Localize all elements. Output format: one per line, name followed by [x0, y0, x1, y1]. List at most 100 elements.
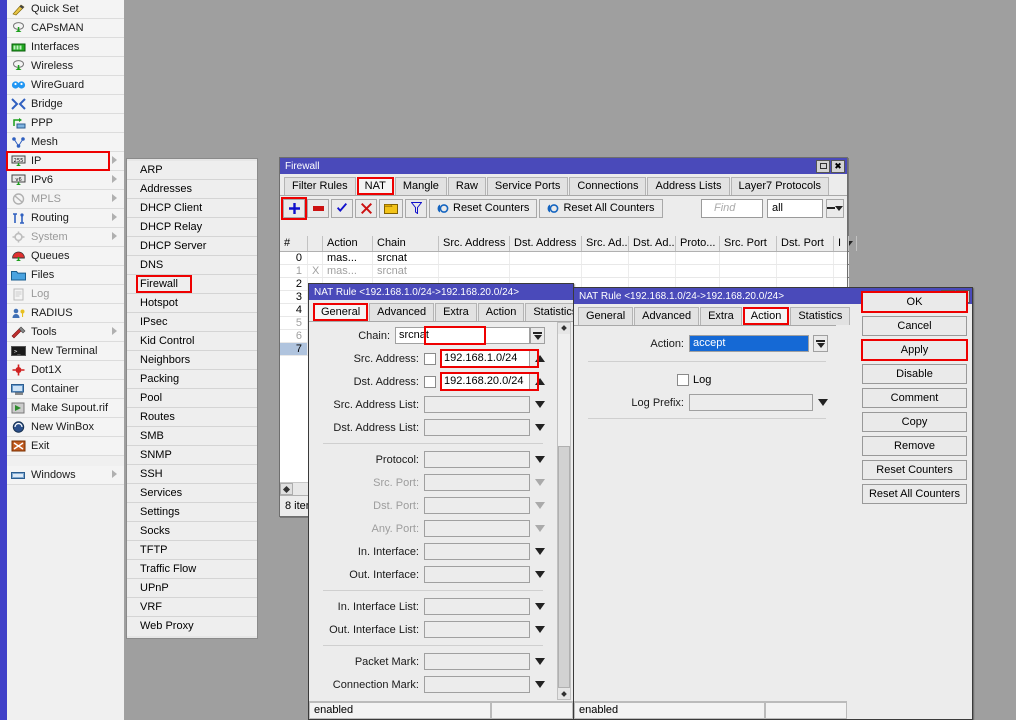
submenu-item-arp[interactable]: ARP — [127, 161, 257, 180]
remove-rule-button[interactable] — [307, 198, 329, 218]
column-header[interactable]: # — [280, 236, 308, 251]
sidebar-item-exit[interactable]: Exit — [7, 437, 124, 456]
general-tab-general[interactable]: General — [313, 303, 369, 321]
submenu-item-kid-control[interactable]: Kid Control — [127, 332, 257, 351]
field-input[interactable]: 192.168.20.0/24 — [440, 373, 530, 390]
tab-mangle[interactable]: Mangle — [394, 177, 447, 195]
collapse-icon[interactable] — [535, 378, 545, 385]
sidebar-item-system[interactable]: System — [7, 228, 124, 247]
submenu-item-web-proxy[interactable]: Web Proxy — [127, 617, 257, 636]
submenu-item-firewall[interactable]: Firewall — [127, 275, 257, 294]
cancel-button[interactable]: Cancel — [862, 316, 967, 336]
column-header[interactable]: Src. Ad... — [582, 236, 629, 251]
reset-counters-button[interactable]: Reset Counters — [429, 198, 538, 218]
sidebar-item-windows[interactable]: Windows — [7, 466, 124, 485]
field-input[interactable] — [424, 621, 530, 638]
submenu-item-routes[interactable]: Routes — [127, 408, 257, 427]
field-input[interactable] — [424, 451, 530, 468]
submenu-item-ssh[interactable]: SSH — [127, 465, 257, 484]
submenu-item-smb[interactable]: SMB — [127, 427, 257, 446]
expand-icon[interactable] — [535, 424, 545, 431]
sidebar-item-mpls[interactable]: MPLS — [7, 190, 124, 209]
action-tab-general[interactable]: General — [578, 307, 634, 325]
sidebar-item-new-winbox[interactable]: New WinBox — [7, 418, 124, 437]
table-row[interactable]: 0 mas... srcnat — [280, 252, 849, 265]
ok-button[interactable]: OK — [861, 291, 968, 313]
tab-service-ports[interactable]: Service Ports — [486, 177, 569, 195]
action-dropdown-icon[interactable] — [813, 335, 828, 352]
field-input[interactable] — [424, 396, 530, 413]
expand-icon[interactable] — [535, 548, 545, 555]
scroll-up-icon[interactable] — [558, 323, 570, 334]
submenu-item-snmp[interactable]: SNMP — [127, 446, 257, 465]
field-input[interactable] — [424, 520, 530, 537]
reset-counters-button[interactable]: Reset Counters — [862, 460, 967, 480]
submenu-item-dhcp-client[interactable]: DHCP Client — [127, 199, 257, 218]
sidebar-item-new-terminal[interactable]: >_ New Terminal — [7, 342, 124, 361]
column-header[interactable]: Src. Port — [720, 236, 777, 251]
field-input[interactable]: srcnat — [395, 327, 530, 344]
sidebar-item-ip[interactable]: 255 IP — [6, 151, 124, 171]
sidebar-item-bridge[interactable]: Bridge — [7, 95, 124, 114]
general-tab-extra[interactable]: Extra — [435, 303, 477, 321]
log-prefix-input[interactable] — [689, 394, 813, 411]
comment-button[interactable]: Comment — [862, 388, 967, 408]
sidebar-item-tools[interactable]: Tools — [7, 323, 124, 342]
submenu-item-hotspot[interactable]: Hotspot — [127, 294, 257, 313]
sidebar-item-ipv6[interactable]: v6 IPv6 — [7, 171, 124, 190]
submenu-item-dns[interactable]: DNS — [127, 256, 257, 275]
general-tab-action[interactable]: Action — [477, 303, 525, 321]
submenu-item-settings[interactable]: Settings — [127, 503, 257, 522]
sidebar-item-mesh[interactable]: Mesh — [7, 133, 124, 152]
column-header[interactable]: Chain — [373, 236, 439, 251]
column-header[interactable]: Src. Address — [439, 236, 510, 251]
column-header[interactable]: Dst. Address — [510, 236, 582, 251]
tab-connections[interactable]: Connections — [569, 177, 647, 195]
reset-all-counters-button[interactable]: Reset All Counters — [539, 198, 663, 218]
sidebar-item-wireless[interactable]: Wireless — [7, 57, 124, 76]
column-header[interactable]: Action — [323, 236, 373, 251]
action-tab-action[interactable]: Action — [742, 307, 790, 325]
submenu-item-dhcp-relay[interactable]: DHCP Relay — [127, 218, 257, 237]
maximize-icon[interactable] — [816, 159, 830, 173]
submenu-item-upnp[interactable]: UPnP — [127, 579, 257, 598]
submenu-item-tftp[interactable]: TFTP — [127, 541, 257, 560]
action-value-input[interactable]: accept — [689, 335, 809, 352]
column-options-dropdown-icon[interactable] — [849, 236, 857, 251]
field-input[interactable] — [424, 474, 530, 491]
sidebar-item-dot1x[interactable]: Dot1X — [7, 361, 124, 380]
submenu-item-ipsec[interactable]: IPsec — [127, 313, 257, 332]
sidebar-item-container[interactable]: Container — [7, 380, 124, 399]
column-header[interactable]: I — [834, 236, 849, 251]
tab-address-lists[interactable]: Address Lists — [647, 177, 730, 195]
submenu-item-services[interactable]: Services — [127, 484, 257, 503]
field-input[interactable] — [424, 676, 530, 693]
submenu-item-dhcp-server[interactable]: DHCP Server — [127, 237, 257, 256]
disable-rule-button[interactable] — [355, 198, 377, 218]
reset-all-counters-button[interactable]: Reset All Counters — [862, 484, 967, 504]
comment-button[interactable] — [379, 198, 403, 218]
sidebar-item-ppp[interactable]: PPP — [7, 114, 124, 133]
expand-icon[interactable] — [535, 456, 545, 463]
tab-layer7-protocols[interactable]: Layer7 Protocols — [730, 177, 830, 195]
submenu-item-packing[interactable]: Packing — [127, 370, 257, 389]
sidebar-item-wireguard[interactable]: WireGuard — [7, 76, 124, 95]
scroll-thumb[interactable] — [558, 445, 570, 689]
general-tab-advanced[interactable]: Advanced — [369, 303, 435, 321]
expand-icon[interactable] — [535, 401, 545, 408]
expand-icon[interactable] — [535, 626, 545, 633]
field-input[interactable] — [424, 419, 530, 436]
sidebar-item-routing[interactable]: Routing — [7, 209, 124, 228]
tab-raw[interactable]: Raw — [447, 177, 486, 195]
tab-filter-rules[interactable]: Filter Rules — [284, 177, 356, 195]
column-header[interactable]: Dst. Ad... — [629, 236, 676, 251]
log-prefix-dropdown-icon[interactable] — [818, 399, 828, 406]
field-input[interactable] — [424, 566, 530, 583]
expand-icon[interactable] — [535, 479, 545, 486]
expand-icon[interactable] — [535, 525, 545, 532]
expand-icon[interactable] — [535, 571, 545, 578]
submenu-item-addresses[interactable]: Addresses — [127, 180, 257, 199]
remove-button[interactable]: Remove — [862, 436, 967, 456]
sidebar-item-radius[interactable]: RADIUS — [7, 304, 124, 323]
sidebar-item-log[interactable]: Log — [7, 285, 124, 304]
